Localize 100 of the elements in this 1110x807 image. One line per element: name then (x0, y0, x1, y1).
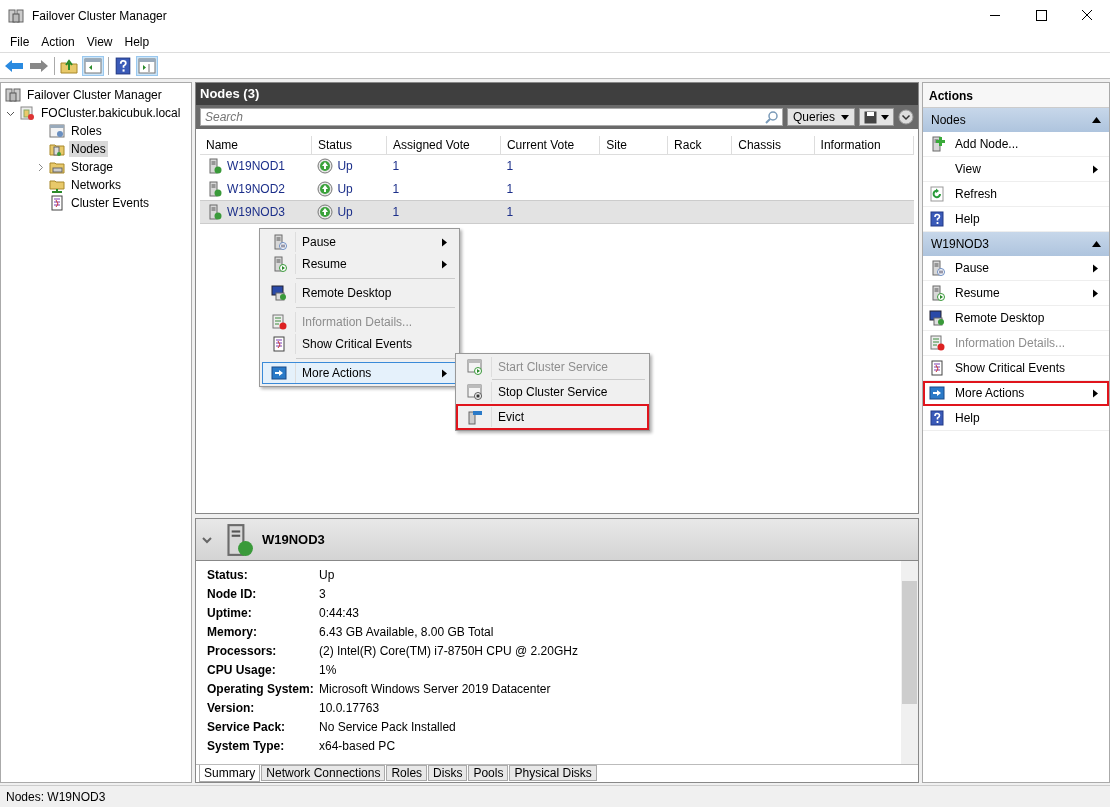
menu-item[interactable]: Resume (262, 253, 457, 275)
field-label: Memory: (207, 624, 258, 639)
tab[interactable]: Disks (428, 765, 468, 781)
field-value: (2) Intel(R) Core(TM) i7-8750H CPU @ 2.20GHz (319, 643, 578, 658)
window-play-icon (467, 359, 483, 375)
table-row[interactable]: W19NOD2 Up 1 1 (200, 177, 914, 201)
column-header[interactable]: Information (814, 136, 914, 155)
field-label: Processors: (207, 643, 278, 658)
menu-item[interactable]: Stop Cluster Service (458, 381, 647, 403)
menu-item[interactable]: Pause (262, 231, 457, 253)
collapse-icon[interactable] (898, 109, 914, 125)
server-icon (206, 180, 222, 197)
collapse-triangle-icon (1092, 241, 1101, 247)
collapse-triangle-icon (1092, 117, 1101, 123)
up-arrow-status-icon (317, 180, 334, 197)
panel-title: Nodes (3) (196, 83, 918, 105)
current-vote: 1 (506, 181, 514, 196)
save-query-button[interactable] (859, 108, 894, 126)
column-header[interactable]: Site (599, 136, 668, 155)
field-value: Microsoft Windows Server 2019 Datacenter (319, 681, 551, 696)
table-row[interactable]: W19NOD1 Up 1 1 (200, 154, 914, 178)
field-value: No Service Pack Installed (319, 719, 456, 734)
dropdown-caret-icon (841, 114, 849, 120)
queries-button[interactable]: Queries (786, 108, 855, 126)
field-label: System Type: (207, 738, 286, 753)
field-value: 3 (319, 586, 326, 601)
tab[interactable]: Network Connections (261, 765, 386, 781)
command-item[interactable]: Add Node... (923, 132, 1109, 157)
tree-item[interactable]: Networks (1, 176, 123, 194)
menu-item[interactable]: More Actions (262, 362, 457, 384)
command-item[interactable]: Help (923, 406, 1109, 431)
tab[interactable]: Summary (199, 765, 261, 782)
tree-item[interactable]: Cluster Events (1, 194, 152, 212)
field-value: Up (319, 567, 335, 582)
node-name: W19NOD1 (227, 159, 285, 174)
column-header[interactable]: Name (200, 136, 312, 155)
tab[interactable]: Physical Disks (509, 765, 597, 781)
section-header[interactable]: Nodes (923, 108, 1109, 132)
column-header[interactable]: Current Vote (500, 136, 600, 155)
current-vote: 1 (506, 205, 514, 219)
field-value: 10.0.17763 (319, 700, 380, 715)
table-row[interactable]: W19NOD3 Up 1 1 (200, 200, 914, 224)
command-item[interactable]: Remote Desktop (923, 306, 1109, 331)
back-arrow-icon[interactable] (4, 57, 24, 74)
pane-title: Actions (923, 83, 1109, 108)
tree-item[interactable]: Storage (1, 158, 116, 176)
search-icon (764, 110, 779, 124)
column-header[interactable]: Assigned Vote (386, 136, 501, 155)
command-item[interactable]: Resume (923, 281, 1109, 306)
menu-item[interactable]: View (80, 32, 119, 51)
console-tree-icon[interactable] (83, 56, 103, 75)
column-header[interactable]: Chassis (731, 136, 815, 155)
window-title: Failover Cluster Manager (32, 8, 167, 23)
column-header[interactable]: Status (311, 136, 387, 155)
field-label: CPU Usage: (207, 662, 277, 677)
section-header[interactable]: W19NOD3 (923, 232, 1109, 256)
folder-up-icon[interactable] (60, 57, 78, 74)
remote-desktop-icon (271, 285, 287, 301)
command-item[interactable]: View (923, 157, 1109, 182)
status-text: Up (337, 205, 353, 219)
menu-item[interactable]: Show Critical Events (262, 333, 457, 355)
event-log-icon (49, 195, 65, 211)
menu-item[interactable]: File (4, 32, 36, 51)
node-name: W19NOD3 (227, 205, 285, 219)
server-play-icon (271, 256, 287, 272)
current-vote: 1 (506, 159, 514, 174)
field-value: x64-based PC (319, 738, 396, 753)
refresh-icon (929, 186, 945, 202)
command-item[interactable]: Show Critical Events (923, 356, 1109, 381)
tab[interactable]: Pools (468, 765, 509, 781)
command-item[interactable]: Pause (923, 256, 1109, 281)
command-item[interactable]: Refresh (923, 182, 1109, 207)
command-item[interactable]: More Actions (923, 381, 1109, 406)
submenu-arrow-icon (441, 368, 448, 378)
menu-item[interactable]: Action (35, 32, 81, 51)
submenu-arrow-icon (1092, 288, 1099, 298)
submenu-arrow-icon (441, 259, 448, 269)
column-header[interactable]: Rack (667, 136, 732, 155)
action-pane-icon[interactable] (137, 56, 157, 75)
server-pause-icon (929, 260, 945, 276)
field-label: Uptime: (207, 605, 253, 620)
tree-item[interactable]: FOCluster.bakicubuk.local (1, 104, 183, 122)
menu-item[interactable]: Help (118, 32, 156, 51)
forward-arrow-icon[interactable] (29, 57, 49, 74)
add-server-icon (929, 136, 945, 152)
tree-item[interactable]: Nodes (1, 140, 108, 158)
server-icon (206, 204, 222, 220)
tree-item[interactable]: Roles (1, 122, 104, 140)
tab[interactable]: Roles (386, 765, 428, 781)
server-icon (206, 158, 222, 175)
scrollbar[interactable] (901, 561, 918, 764)
tree-item[interactable]: Failover Cluster Manager (1, 86, 164, 104)
field-value: 1% (319, 662, 337, 677)
assigned-vote: 1 (392, 159, 400, 174)
servers-icon (8, 7, 24, 24)
assigned-vote: 1 (392, 205, 400, 219)
search-field[interactable]: Search (200, 108, 783, 126)
menu-item[interactable]: Remote Desktop (262, 282, 457, 304)
collapse-chevron-icon[interactable] (202, 535, 212, 544)
menu-item[interactable]: Evict (458, 406, 647, 428)
